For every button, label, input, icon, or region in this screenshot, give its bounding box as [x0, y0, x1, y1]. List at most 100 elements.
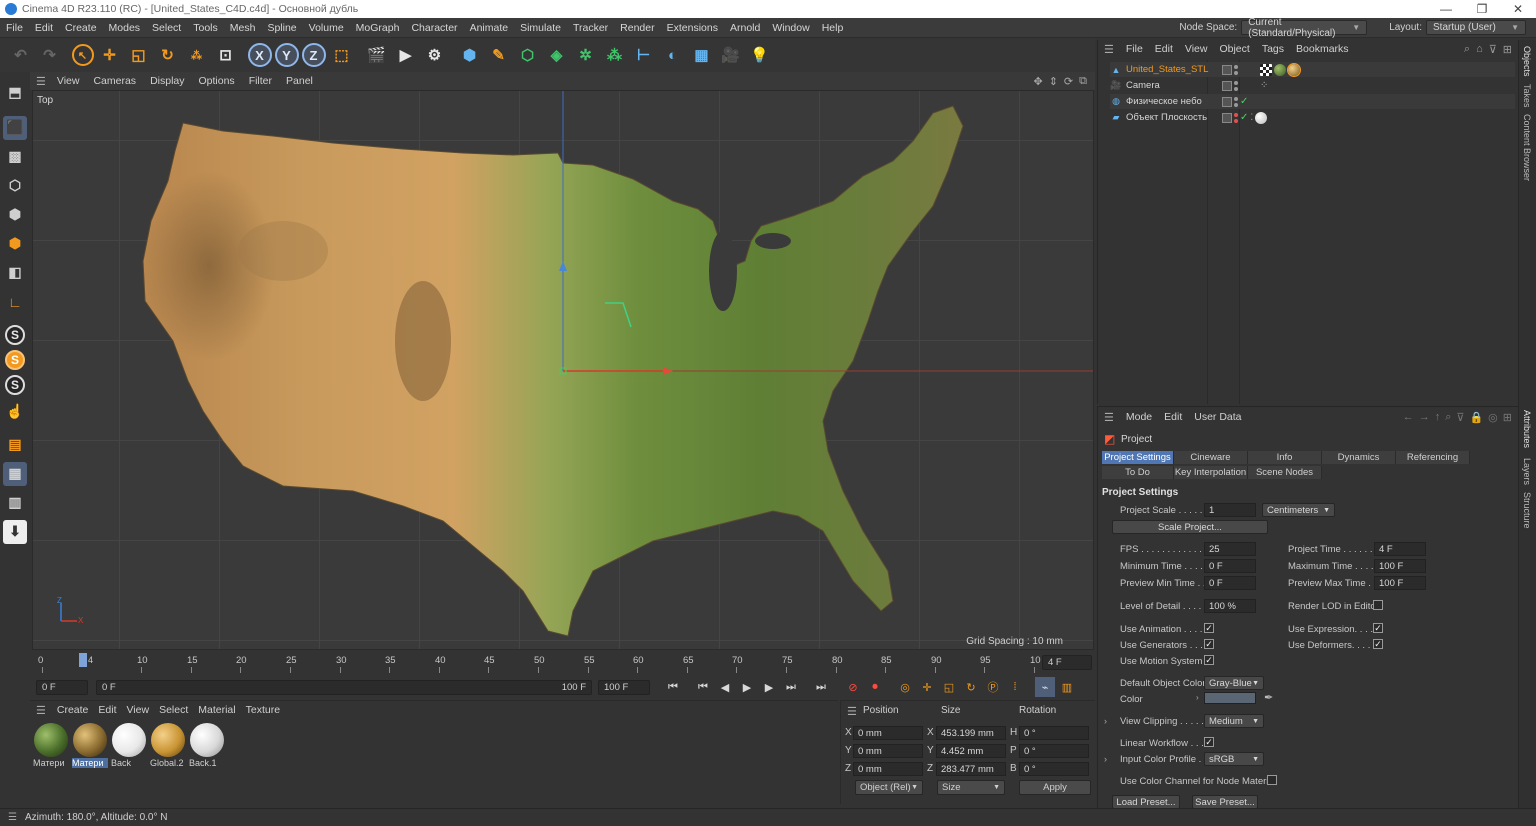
menu-spline[interactable]: Spline	[261, 22, 302, 34]
menu-simulate[interactable]: Simulate	[514, 22, 567, 34]
autokeying-icon[interactable]: ⏺	[865, 677, 885, 697]
search-icon[interactable]: ⌕	[1464, 43, 1470, 56]
z-axis-lock-button[interactable]: Z	[301, 43, 326, 67]
mograph-icon[interactable]: ⁂	[602, 42, 628, 68]
object-menu-view[interactable]: View	[1179, 43, 1214, 55]
orbit-icon[interactable]: ⟳	[1064, 75, 1073, 88]
menu-file[interactable]: File	[0, 22, 29, 34]
workplane-icon[interactable]: ▤	[3, 433, 27, 457]
layer-swatch[interactable]	[1222, 96, 1232, 107]
previous-frame-icon[interactable]: ◀	[715, 677, 735, 697]
tab-dynamics[interactable]: Dynamics	[1322, 451, 1396, 464]
side-tab-takes[interactable]: Takes	[1522, 84, 1532, 108]
recent-tools-icon[interactable]: ⁂	[184, 42, 210, 68]
object-menu-file[interactable]: File	[1120, 43, 1149, 55]
x-axis-lock-button[interactable]: X	[247, 43, 272, 67]
use-motion-checkbox[interactable]: ✓	[1204, 655, 1214, 665]
render-to-picture-viewer-icon[interactable]: ▶	[393, 42, 419, 68]
menu-help[interactable]: Help	[816, 22, 850, 34]
new-window-icon[interactable]: ⊞	[1503, 43, 1512, 56]
field-icon[interactable]: ◐	[660, 42, 686, 68]
texture-mode-icon[interactable]: ▩	[3, 145, 27, 169]
minimize-button[interactable]: —	[1428, 2, 1464, 16]
transform-tool-icon[interactable]: ⊡	[213, 42, 239, 68]
pos-y-field[interactable]: 0 mm	[853, 744, 923, 758]
project-scale-unit-dropdown[interactable]: Centimeters ▼	[1262, 503, 1335, 517]
tab-to-do[interactable]: To Do	[1102, 466, 1174, 479]
eyedropper-icon[interactable]: ✒	[1264, 691, 1273, 704]
up-arrow-icon[interactable]: ↑	[1435, 411, 1441, 424]
hamburger-icon[interactable]: ☰	[36, 75, 46, 88]
hamburger-icon[interactable]: ☰	[8, 812, 17, 823]
material-swatch[interactable]: Back.1	[189, 723, 225, 769]
edges-mode-icon[interactable]: ⬢	[3, 203, 27, 227]
object-row[interactable]: ◍ Физическое небо ✓	[1110, 94, 1515, 109]
project-time-field[interactable]: 4 F	[1374, 542, 1426, 556]
go-to-end-icon[interactable]: ⏭	[811, 677, 831, 697]
attr-menu-edit[interactable]: Edit	[1158, 411, 1188, 423]
interpolation-icon[interactable]: ⌁	[1035, 677, 1055, 697]
material-tag-icon[interactable]	[1255, 111, 1268, 124]
extrude-icon[interactable]: ◈	[544, 42, 570, 68]
camera-icon[interactable]: 🎥	[718, 42, 744, 68]
material-tag-icon[interactable]	[1274, 63, 1286, 76]
lod-field[interactable]: 100 %	[1204, 599, 1256, 613]
side-tab-content-browser[interactable]: Content Browser	[1522, 114, 1532, 181]
filter-icon[interactable]: ⊽	[1489, 43, 1497, 56]
tweak-mode-icon[interactable]: ☝	[3, 400, 27, 424]
hamburger-icon[interactable]: ☰	[1104, 43, 1114, 56]
us-terrain-model[interactable]	[33, 91, 1094, 650]
lock-icon[interactable]: 🔒	[1469, 411, 1483, 424]
enabled-check-icon[interactable]: ✓	[1240, 96, 1248, 107]
enabled-check-icon[interactable]: ✓	[1240, 112, 1248, 123]
color-swatch[interactable]	[1204, 692, 1256, 704]
layout-dropdown[interactable]: Startup (User) ▼	[1426, 20, 1526, 35]
render-lod-checkbox[interactable]	[1373, 600, 1383, 610]
min-time-field[interactable]: 0 F	[1204, 559, 1256, 573]
object-row[interactable]: ▲ United_States_STL	[1110, 62, 1515, 77]
preview-min-field[interactable]: 0 F	[1204, 576, 1256, 590]
next-key-icon[interactable]: ⏭	[781, 677, 801, 697]
object-menu-tags[interactable]: Tags	[1256, 43, 1290, 55]
viewport-menu-filter[interactable]: Filter	[242, 75, 279, 87]
pan-icon[interactable]: ✥	[1033, 75, 1042, 88]
pos-x-field[interactable]: 0 mm	[853, 726, 923, 740]
dolly-icon[interactable]: ⇕	[1049, 75, 1058, 88]
subdivision-surface-icon[interactable]: ⬡	[515, 42, 541, 68]
object-menu-bookmarks[interactable]: Bookmarks	[1290, 43, 1355, 55]
use-expression-checkbox[interactable]: ✓	[1373, 623, 1383, 633]
3d-viewport[interactable]: Top Z X Grid Spacing : 10 mm	[32, 90, 1094, 650]
material-menu-select[interactable]: Select	[154, 704, 193, 716]
material-menu-edit[interactable]: Edit	[93, 704, 121, 716]
menu-window[interactable]: Window	[766, 22, 815, 34]
layer-swatch[interactable]	[1222, 64, 1232, 75]
timeline-window-icon[interactable]: ▥	[1057, 677, 1077, 697]
use-deformers-checkbox[interactable]: ✓	[1373, 639, 1383, 649]
start-frame-field[interactable]: 0 F	[36, 679, 88, 695]
quantize-icon[interactable]: S	[5, 374, 25, 395]
maximize-button[interactable]: ❐	[1464, 2, 1500, 16]
material-tag-icon[interactable]	[1287, 62, 1301, 77]
rotate-tool-icon[interactable]: ↻	[155, 42, 181, 68]
current-frame-field[interactable]: 4 F	[1042, 655, 1092, 670]
expand-arrow-icon[interactable]: ›	[1196, 693, 1199, 702]
search-icon[interactable]: ⌕	[1445, 411, 1451, 424]
cube-icon[interactable]: ⬢	[457, 42, 483, 68]
size-y-field[interactable]: 4.452 mm	[936, 744, 1006, 758]
material-swatch[interactable]: Матери	[33, 723, 69, 769]
new-window-icon[interactable]: ⊞	[1503, 411, 1512, 424]
phong-tag-icon[interactable]: ⁚	[1250, 112, 1253, 123]
next-frame-icon[interactable]: ▶	[759, 677, 779, 697]
side-tab-layers[interactable]: Layers	[1522, 458, 1532, 485]
object-row[interactable]: ▰ Объект Плоскость ✓ ⁚	[1110, 110, 1515, 125]
material-swatch[interactable]: Back	[111, 723, 147, 769]
material-swatch[interactable]: Матери	[72, 723, 108, 769]
side-tab-attributes[interactable]: Attributes	[1522, 410, 1532, 448]
linear-workflow-checkbox[interactable]: ✓	[1204, 737, 1214, 747]
back-arrow-icon[interactable]: ←	[1403, 411, 1414, 424]
hamburger-icon[interactable]: ☰	[847, 705, 857, 718]
material-menu-create[interactable]: Create	[52, 704, 94, 716]
play-icon[interactable]: ▶	[737, 677, 757, 697]
viewport-menu-panel[interactable]: Panel	[279, 75, 320, 87]
menu-volume[interactable]: Volume	[303, 22, 350, 34]
